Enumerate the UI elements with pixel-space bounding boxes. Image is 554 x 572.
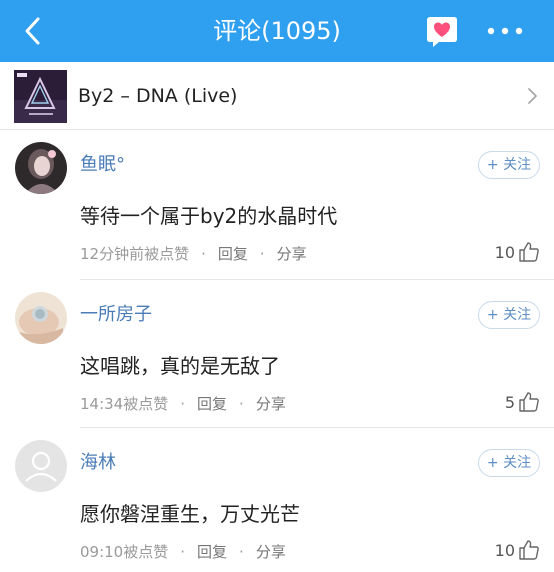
song-cover-image bbox=[14, 70, 67, 123]
avatar[interactable] bbox=[15, 142, 67, 194]
song-title: By2 – DNA (Live) bbox=[78, 85, 238, 107]
comment-meta: 14:34被点赞 · 回复 · 分享 bbox=[80, 395, 286, 413]
like-count: 10 bbox=[494, 242, 515, 262]
comment-item: 海林 + 关注 愿你磐涅重生，万丈光芒 09:10被点赞 · 回复 · 分享 10 bbox=[0, 428, 554, 572]
thumbs-up-icon bbox=[519, 540, 539, 560]
comment-username[interactable]: 海林 bbox=[80, 448, 116, 474]
follow-button[interactable]: + 关注 bbox=[478, 151, 540, 179]
comment-time: 12分钟前被点赞 bbox=[80, 245, 190, 263]
share-button[interactable]: 分享 bbox=[256, 543, 286, 561]
share-button[interactable]: 分享 bbox=[277, 245, 307, 263]
like-count: 10 bbox=[494, 540, 515, 560]
thumbs-up-icon bbox=[519, 392, 539, 412]
reply-button[interactable]: 回复 bbox=[197, 395, 227, 413]
thumbs-up-icon bbox=[519, 242, 539, 262]
reply-button[interactable]: 回复 bbox=[197, 543, 227, 561]
share-button[interactable]: 分享 bbox=[256, 395, 286, 413]
like-button[interactable]: 10 bbox=[495, 538, 540, 562]
avatar[interactable] bbox=[15, 440, 67, 492]
like-count: 5 bbox=[504, 392, 515, 412]
heart-chat-icon bbox=[427, 17, 457, 47]
comment-item: 一所房子 + 关注 这唱跳，真的是无敌了 14:34被点赞 · 回复 · 分享 5 bbox=[0, 280, 554, 428]
like-button[interactable]: 5 bbox=[505, 390, 540, 414]
comment-meta: 09:10被点赞 · 回复 · 分享 bbox=[80, 543, 286, 561]
like-button[interactable]: 10 bbox=[495, 240, 540, 264]
comment-text: 等待一个属于by2的水晶时代 bbox=[80, 204, 338, 228]
comment-username[interactable]: 鱼眠° bbox=[80, 150, 125, 176]
comment-username[interactable]: 一所房子 bbox=[80, 300, 152, 326]
heart-button[interactable] bbox=[425, 14, 459, 48]
song-row[interactable]: By2 – DNA (Live) bbox=[0, 62, 554, 130]
more-button[interactable] bbox=[480, 14, 530, 48]
comment-text: 这唱跳，真的是无敌了 bbox=[80, 354, 280, 378]
top-bar: 评论(1095) bbox=[0, 0, 554, 62]
comment-time: 14:34被点赞 bbox=[80, 395, 169, 413]
page-title: 评论(1095) bbox=[213, 17, 341, 45]
avatar[interactable] bbox=[15, 292, 67, 344]
follow-button[interactable]: + 关注 bbox=[478, 449, 540, 477]
comment-text: 愿你磐涅重生，万丈光芒 bbox=[80, 502, 300, 526]
comment-meta: 12分钟前被点赞 · 回复 · 分享 bbox=[80, 245, 307, 263]
comment-time: 09:10被点赞 bbox=[80, 543, 169, 561]
follow-button[interactable]: + 关注 bbox=[478, 301, 540, 329]
reply-button[interactable]: 回复 bbox=[218, 245, 248, 263]
comment-item: 鱼眠° + 关注 等待一个属于by2的水晶时代 12分钟前被点赞 · 回复 · 分享 1… bbox=[0, 130, 554, 280]
chevron-right-icon bbox=[522, 86, 542, 106]
more-dots-icon bbox=[487, 27, 523, 35]
